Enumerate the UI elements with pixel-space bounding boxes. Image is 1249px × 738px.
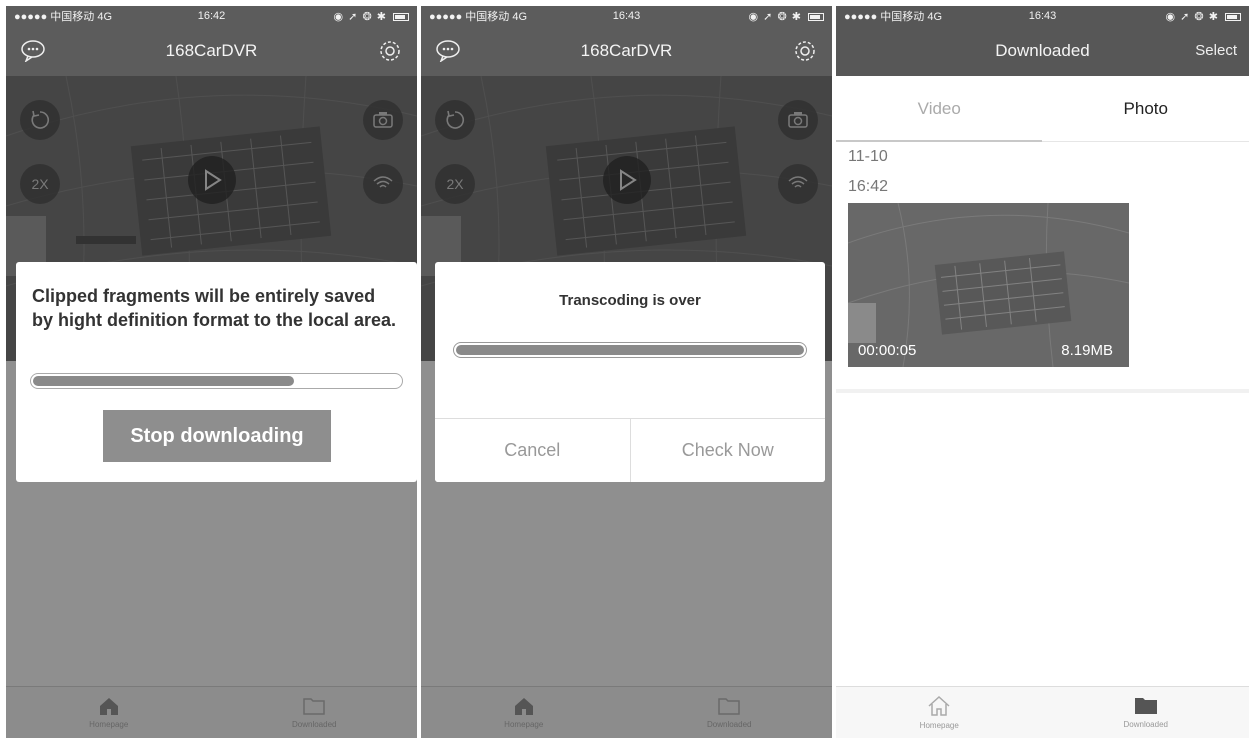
tab-bar: Homepage Downloaded: [6, 686, 417, 738]
status-time: 16:43: [1028, 10, 1057, 22]
status-time: 16:42: [197, 10, 226, 22]
dialog-message: Clipped fragments will be entirely saved…: [32, 286, 397, 330]
folder-icon: [718, 698, 740, 715]
carrier-label: ●●●●● 中国移动 4G: [429, 11, 528, 23]
app-title: 168CarDVR: [580, 41, 673, 60]
screen-recording: ●●●●● 中国移动 4G 16:42 ◉ ➚ ❂ ✱ 168CarDVR 2X: [6, 6, 417, 738]
cancel-button[interactable]: Cancel: [435, 419, 630, 482]
tab-label: Homepage: [89, 720, 129, 729]
folder-icon: [1134, 698, 1157, 714]
page-title: Downloaded: [995, 41, 1090, 60]
media-segment: Video Photo: [836, 76, 1249, 142]
stop-downloading-button[interactable]: Stop downloading: [103, 410, 331, 462]
progress-fill: [33, 376, 294, 386]
status-time: 16:43: [612, 10, 641, 22]
time-label: 16:42: [848, 178, 889, 195]
tab-downloaded[interactable]: Downloaded: [212, 687, 418, 738]
gear-icon[interactable]: [792, 38, 818, 64]
tab-bar: Homepage Downloaded: [836, 686, 1249, 738]
home-icon: [514, 698, 533, 715]
home-icon: [928, 695, 950, 716]
dialog-actions: Cancel Check Now: [435, 418, 825, 482]
status-bar: ●●●●● 中国移动 4G 16:42 ◉ ➚ ❂ ✱: [6, 6, 417, 26]
app-title: 168CarDVR: [165, 41, 258, 60]
screen-downloaded: ●●●●● 中国移动 4G 16:43 ◉ ➚ ❂ ✱ Downloaded S…: [836, 6, 1249, 738]
transcode-progress: [453, 342, 807, 358]
clip-size: 8.19MB: [1061, 342, 1113, 359]
status-icons: ◉ ➚ ❂ ✱: [692, 10, 825, 23]
screen-transcoding: ●●●●● 中国移动 4G 16:43 ◉ ➚ ❂ ✱ 168CarDVR 2X: [421, 6, 832, 738]
nav-bar: Downloaded Select: [836, 26, 1249, 76]
check-now-button[interactable]: Check Now: [629, 419, 825, 482]
divider: [836, 389, 1249, 393]
status-bar: ●●●●● 中国移动 4G 16:43 ◉ ➚ ❂ ✱: [421, 6, 832, 26]
nav-bar: 168CarDVR: [6, 26, 417, 76]
tab-homepage[interactable]: Homepage: [836, 687, 1043, 738]
carrier-label: ●●●●● 中国移动 4G: [14, 11, 113, 23]
select-button[interactable]: Select: [1195, 42, 1237, 59]
nav-bar: 168CarDVR: [421, 26, 832, 76]
status-bar: ●●●●● 中国移动 4G 16:43 ◉ ➚ ❂ ✱: [836, 6, 1249, 26]
tab-photo[interactable]: Photo: [1043, 76, 1249, 141]
tab-label: Downloaded: [1123, 720, 1168, 729]
home-icon: [99, 698, 118, 715]
transcode-dialog: Transcoding is over Cancel Check Now: [435, 262, 825, 482]
dialog-message: Transcoding is over: [559, 292, 701, 309]
battery-icon: [1224, 12, 1241, 21]
tab-video[interactable]: Video: [836, 76, 1043, 141]
content-area: [836, 76, 1249, 686]
clip-thumbnail[interactable]: 00:00:05 8.19MB: [848, 203, 1129, 367]
clip-duration: 00:00:05: [858, 342, 917, 359]
tab-label: Homepage: [919, 721, 959, 730]
tab-homepage[interactable]: Homepage: [421, 687, 627, 738]
download-dialog: Clipped fragments will be entirely saved…: [16, 262, 417, 482]
gear-icon[interactable]: [377, 38, 403, 64]
carrier-label: ●●●●● 中国移动 4G: [844, 11, 943, 23]
tab-label: Downloaded: [707, 720, 752, 729]
tab-downloaded[interactable]: Downloaded: [1043, 687, 1249, 738]
tab-label: Downloaded: [292, 720, 337, 729]
battery-icon: [808, 12, 825, 21]
date-label: 11-10: [848, 148, 888, 165]
tab-downloaded[interactable]: Downloaded: [627, 687, 833, 738]
chat-icon[interactable]: [20, 38, 48, 62]
progress-fill: [456, 345, 804, 355]
download-progress: [30, 373, 403, 389]
tab-label: Homepage: [504, 720, 544, 729]
status-icons: ◉ ➚ ❂ ✱: [1109, 10, 1241, 23]
battery-icon: [393, 12, 410, 21]
folder-icon: [303, 698, 325, 715]
tab-homepage[interactable]: Homepage: [6, 687, 212, 738]
segment-indicator: [836, 140, 1042, 142]
tab-bar: Homepage Downloaded: [421, 686, 832, 738]
chat-icon[interactable]: [435, 38, 463, 62]
status-icons: ◉ ➚ ❂ ✱: [277, 10, 410, 23]
